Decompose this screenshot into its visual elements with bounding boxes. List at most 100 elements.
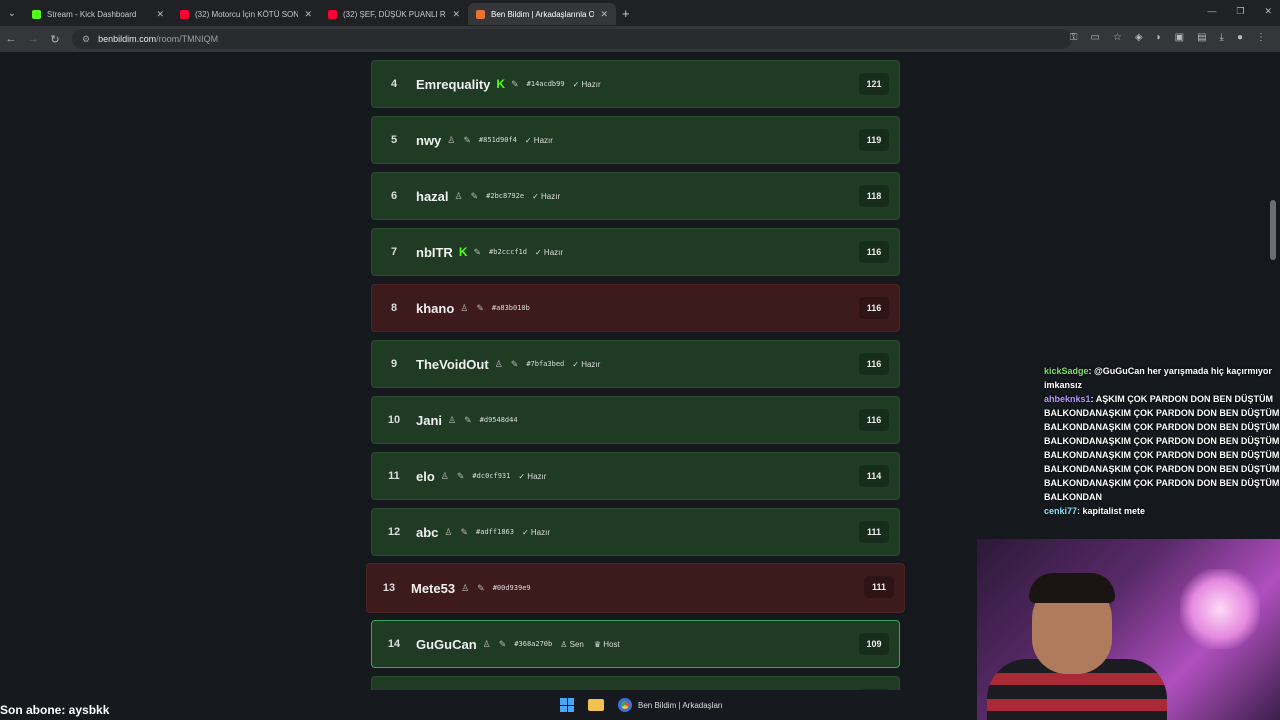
player-name: nwy — [416, 132, 442, 148]
tab-close-icon[interactable]: ✕ — [600, 9, 608, 20]
player-name: khano — [416, 300, 455, 316]
player-hash: #368a270b — [514, 640, 553, 648]
player-score: 116 — [859, 353, 889, 375]
player-rank: 10 — [387, 414, 401, 426]
player-row[interactable]: 10 Jani ♙ ✎ #d9548d44 116 — [371, 396, 900, 444]
extension-icon[interactable]: ◈ — [1135, 32, 1143, 43]
player-score: 109 — [859, 633, 889, 655]
new-tab-button[interactable]: + — [622, 6, 630, 21]
player-hash: #00d939e9 — [492, 584, 531, 592]
player-row[interactable]: 8 khano ♙ ✎ #a83b010b 116 — [371, 284, 900, 332]
avatar-edit-icon: ✎ — [473, 246, 482, 257]
forward-icon[interactable]: → — [22, 33, 44, 45]
player-name: Emrequality — [416, 76, 491, 92]
player-row[interactable]: 15DuckyakK✎#5398109 — [371, 676, 900, 690]
player-row[interactable]: 5 nwy ♙ ✎ #851d90f4 ✓ Hazır 119 — [371, 116, 900, 164]
extension-icon[interactable]: ◗ — [1156, 32, 1162, 43]
player-row[interactable]: 6 hazal ♙ ✎ #2bc8792e ✓ Hazır 118 — [371, 172, 900, 220]
back-icon[interactable]: ← — [0, 33, 22, 45]
player-row[interactable]: 4 Emrequality K ✎ #14acdb99 ✓ Hazır 121 — [371, 60, 900, 108]
player-row[interactable]: 11 elo ♙ ✎ #dc0cf931 ✓ Hazır 114 — [371, 452, 900, 500]
player-row[interactable]: 12 abc ♙ ✎ #adff1863 ✓ Hazır 111 — [371, 508, 900, 556]
tab-close-icon[interactable]: ✕ — [452, 9, 460, 20]
windows-start-icon[interactable] — [560, 698, 574, 712]
reload-icon[interactable]: ↻ — [44, 33, 66, 46]
player-row[interactable]: 7 nbITR K ✎ #b2cccf1d ✓ Hazır 116 — [371, 228, 900, 276]
page-scrollbar[interactable] — [1270, 200, 1276, 260]
streamer-hair — [1029, 573, 1115, 603]
avatar-edit-icon: ✎ — [470, 190, 479, 201]
chat-message: kickSadge: @GuGuCan her yarışmada hiç ka… — [1044, 364, 1280, 392]
player-score: 118 — [859, 185, 889, 207]
chat-message: cenki77: kapitalist mete — [1044, 504, 1280, 518]
file-explorer-icon[interactable] — [588, 699, 604, 711]
user-icon: ♙ — [440, 470, 449, 481]
user-icon: ♙ — [454, 190, 463, 201]
chat-text: : kapitalist mete — [1077, 506, 1146, 516]
player-name: Jani — [416, 412, 443, 428]
avatar-edit-icon: ✎ — [460, 526, 469, 537]
tab-close-icon[interactable]: ✕ — [156, 9, 164, 20]
chat-username: kickSadge — [1044, 366, 1089, 376]
tab-close-icon[interactable]: ✕ — [304, 9, 312, 20]
player-rank: 13 — [382, 582, 396, 594]
player-rank: 7 — [390, 246, 398, 258]
player-rank: 14 — [387, 638, 401, 650]
player-rank: 6 — [390, 190, 398, 202]
taskbar-chrome-item[interactable]: Ben Bildim | Arkadaşları — [618, 698, 723, 712]
player-status: ♙ Sen — [560, 639, 584, 649]
player-score: 109 — [859, 689, 889, 690]
minimize-icon[interactable]: — — [1207, 6, 1216, 17]
tab-favicon-icon — [32, 9, 41, 19]
tab-search-icon[interactable]: ⌄ — [0, 0, 24, 26]
player-row[interactable]: 14 GuGuCan ♙ ✎ #368a270b ♙ Sen ♛ Host 109 — [371, 620, 900, 668]
browser-tab[interactable]: Ben Bildim | Arkadaşlarınla Onl ✕ — [468, 3, 616, 25]
menu-icon[interactable]: ⋮ — [1256, 32, 1266, 43]
avatar-edit-icon: ✎ — [498, 638, 507, 649]
player-rank: 11 — [388, 470, 400, 482]
player-status: ✓ Hazır — [572, 79, 601, 89]
player-name: hazal — [416, 188, 449, 204]
player-hash: #14acdb99 — [526, 80, 565, 88]
chat-username: ahbeknks1 — [1044, 394, 1091, 404]
url-host: benbildim.com — [98, 34, 157, 44]
browser-tab[interactable]: (32) Motorcu İçin KÖTÜ SONI ✕ — [172, 3, 320, 25]
chat-overlay: kickSadge: @GuGuCan her yarışmada hiç ka… — [1044, 364, 1280, 518]
player-hash: #adff1863 — [476, 528, 514, 536]
side-panel-icon[interactable]: ▤ — [1197, 32, 1206, 43]
tab-bar: ⌄ Stream - Kick Dashboard ✕ (32) Motorcu İ… — [0, 0, 1280, 26]
player-rank: 12 — [387, 526, 401, 538]
browser-tab[interactable]: (32) ŞEF, DÜŞÜK PUANLI RESTO ✕ — [320, 3, 468, 25]
avatar-edit-icon: ✎ — [477, 582, 485, 593]
player-rank: 4 — [390, 78, 398, 90]
last-subscriber-label: Son abone: aysbkk — [0, 703, 110, 717]
site-info-icon[interactable]: ⚙ — [82, 34, 90, 45]
player-hash: #b2cccf1d — [489, 248, 527, 256]
cast-icon[interactable]: ▭ — [1090, 32, 1099, 43]
player-status: ✓ Hazır — [534, 247, 564, 257]
kick-badge-icon: K — [458, 245, 468, 259]
bookmark-star-icon[interactable]: ☆ — [1113, 32, 1122, 43]
password-key-icon[interactable]: ⚿ — [1070, 32, 1078, 43]
tab-title: Ben Bildim | Arkadaşlarınla Onl — [491, 9, 595, 19]
player-rank: 5 — [390, 134, 398, 146]
tab-favicon-icon — [328, 9, 337, 19]
puzzle-icon[interactable]: ▣ — [1175, 32, 1184, 43]
profile-avatar[interactable]: ● — [1237, 32, 1243, 43]
download-icon[interactable]: ⤓ — [1220, 32, 1224, 43]
url-field[interactable]: ⚙ benbildim.com/room/TMNIQM — [72, 29, 1072, 49]
taskbar-chrome-label: Ben Bildim | Arkadaşları — [638, 700, 723, 710]
user-icon: ♙ — [444, 526, 453, 537]
chat-text: : AŞKIM ÇOK PARDON DON BEN DÜŞTÜM BALKON… — [1044, 394, 1280, 502]
player-name: GuGuCan — [416, 636, 477, 652]
close-window-icon[interactable]: ✕ — [1264, 6, 1272, 17]
user-icon: ♙ — [448, 414, 457, 425]
player-score: 116 — [859, 297, 889, 319]
webcam-overlay — [977, 539, 1280, 720]
browser-tab[interactable]: Stream - Kick Dashboard ✕ — [24, 3, 172, 25]
restore-icon[interactable]: ❐ — [1236, 6, 1244, 17]
player-status: ✓ Hazır — [572, 359, 601, 369]
avatar-edit-icon: ✎ — [464, 414, 472, 425]
player-row[interactable]: 9 TheVoidOut ♙ ✎ #7bfa3bed ✓ Hazır 116 — [371, 340, 900, 388]
player-row[interactable]: 13 Mete53 ♙ ✎ #00d939e9 111 — [366, 563, 905, 613]
